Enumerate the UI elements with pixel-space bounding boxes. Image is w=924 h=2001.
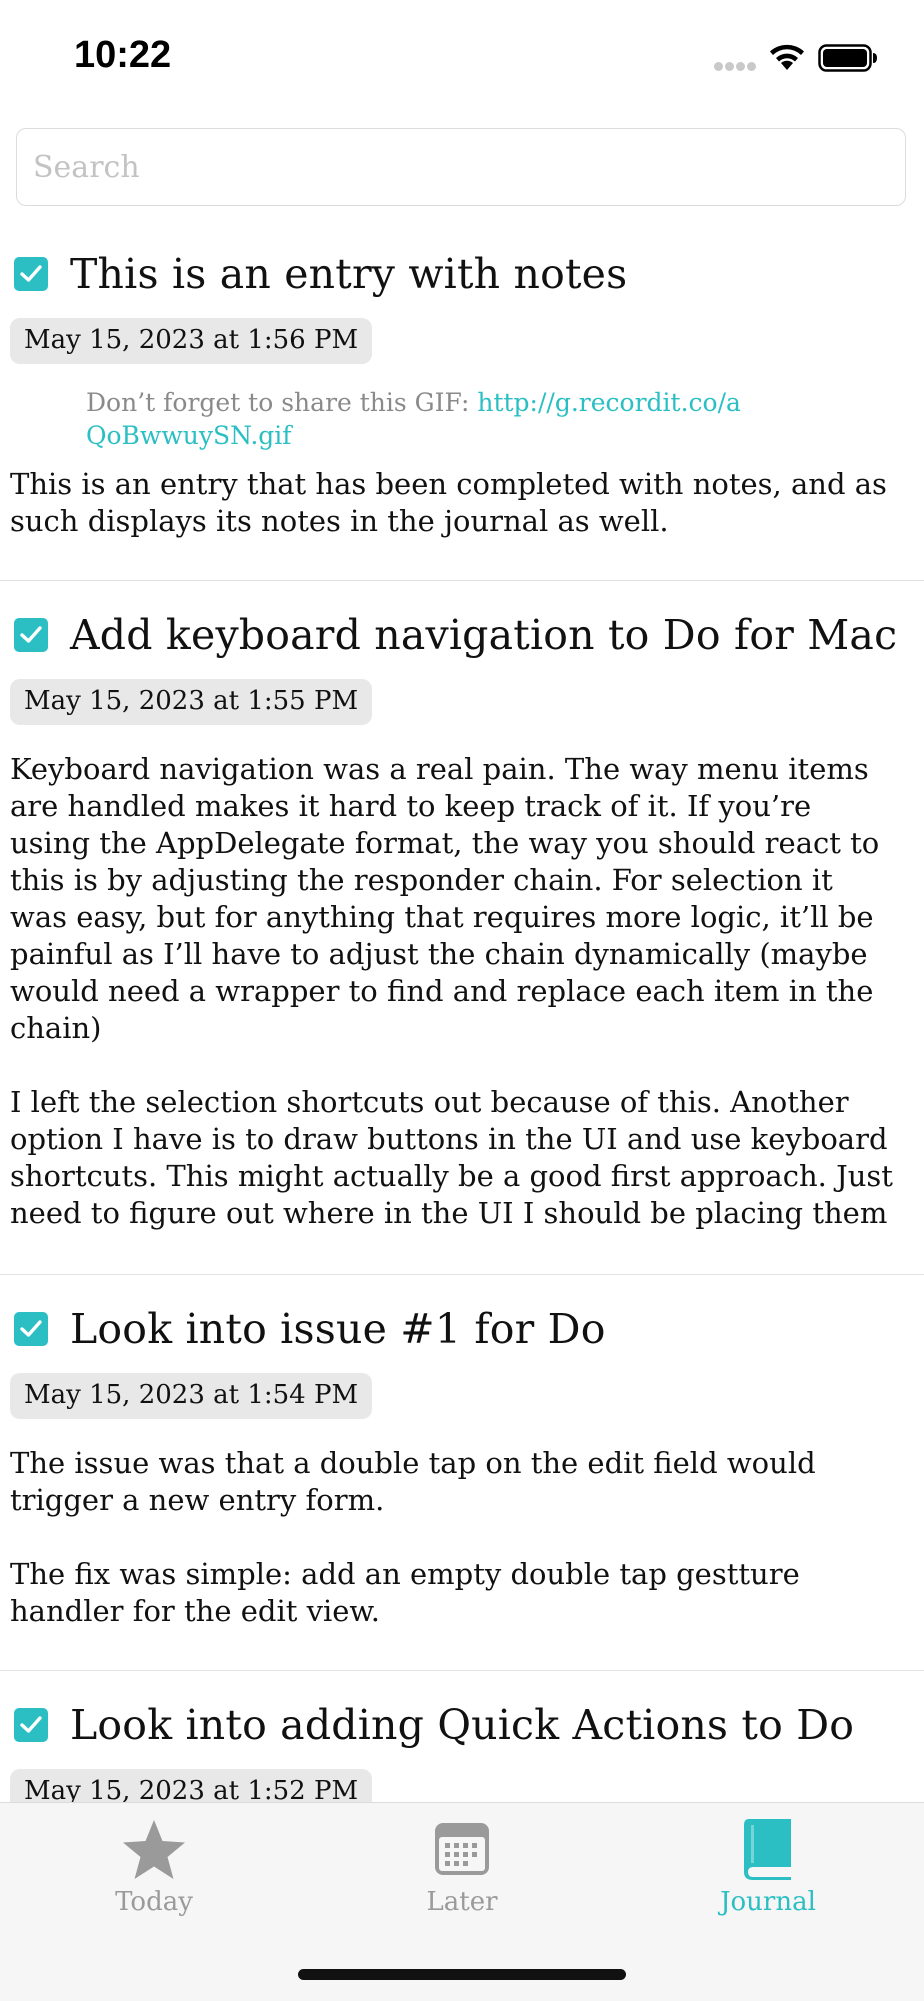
- entry-spacer: [10, 540, 894, 580]
- entry-body: The fix was simple: add an empty double …: [10, 1557, 800, 1628]
- status-time: 10:22: [74, 34, 172, 76]
- completed-checkbox[interactable]: [14, 618, 48, 652]
- completed-checkbox[interactable]: [14, 1312, 48, 1346]
- status-bar: 10:22: [0, 0, 924, 118]
- checkmark-icon: [20, 1320, 42, 1337]
- note-text: Don’t forget to share this GIF:: [86, 388, 478, 417]
- entry-spacer: [10, 1630, 894, 1670]
- completed-checkbox[interactable]: [14, 257, 48, 291]
- entry-note: Don’t forget to share this GIF: http://g…: [86, 386, 746, 452]
- entry-title: Look into adding Quick Actions to Do: [70, 1701, 855, 1749]
- entry-date: May 15, 2023 at 1:54 PM: [10, 1373, 373, 1419]
- tab-today[interactable]: Today: [54, 1817, 254, 1917]
- entry-body: I left the selection shortcuts out becau…: [10, 1085, 893, 1230]
- wifi-icon: [770, 44, 804, 70]
- checkmark-icon: [20, 626, 42, 643]
- entry-title: This is an entry with notes: [70, 250, 628, 298]
- entry-date: May 15, 2023 at 1:56 PM: [10, 318, 373, 364]
- tab-label: Later: [426, 1887, 498, 1917]
- journal-entry[interactable]: Add keyboard navigation to Do for Mac Ma…: [0, 595, 924, 1275]
- tab-journal[interactable]: Journal: [668, 1817, 868, 1917]
- book-icon: [744, 1819, 791, 1880]
- cellular-signal-icon: [714, 62, 758, 72]
- completed-checkbox[interactable]: [14, 1708, 48, 1742]
- search-input[interactable]: [16, 128, 906, 206]
- entry-title-row: This is an entry with notes: [10, 234, 894, 314]
- entry-date: May 15, 2023 at 1:52 PM: [10, 1769, 373, 1802]
- entry-title-row: Look into adding Quick Actions to Do: [10, 1685, 894, 1765]
- battery-icon: [818, 44, 877, 72]
- entry-title-row: Look into issue #1 for Do: [10, 1289, 894, 1369]
- tab-label: Journal: [720, 1887, 816, 1917]
- journal-entry[interactable]: This is an entry with notes May 15, 2023…: [0, 234, 924, 581]
- entry-title: Add keyboard navigation to Do for Mac: [70, 611, 898, 659]
- entry-date: May 15, 2023 at 1:55 PM: [10, 679, 373, 725]
- checkmark-icon: [20, 265, 42, 282]
- entry-body: This is an entry that has been completed…: [10, 467, 887, 538]
- checkmark-icon: [20, 1716, 42, 1733]
- entry-body: The issue was that a double tap on the e…: [10, 1446, 816, 1517]
- entry-body: Keyboard navigation was a real pain. The…: [10, 752, 880, 1045]
- entry-title: Look into issue #1 for Do: [70, 1305, 606, 1353]
- search-bar: [16, 128, 906, 206]
- tab-label: Today: [115, 1887, 193, 1917]
- journal-entry[interactable]: Look into issue #1 for Do May 15, 2023 a…: [0, 1289, 924, 1671]
- calendar-icon: [435, 1823, 489, 1875]
- journal-entry[interactable]: Look into adding Quick Actions to Do May…: [0, 1685, 924, 1802]
- tab-bar: Today Later Journal: [0, 1802, 924, 2001]
- tab-later[interactable]: Later: [362, 1817, 562, 1917]
- entry-spacer: [10, 1232, 894, 1274]
- home-indicator[interactable]: [298, 1969, 626, 1980]
- journal-feed[interactable]: This is an entry with notes May 15, 2023…: [0, 232, 924, 1802]
- entry-title-row: Add keyboard navigation to Do for Mac: [10, 595, 898, 675]
- star-icon: [123, 1820, 185, 1879]
